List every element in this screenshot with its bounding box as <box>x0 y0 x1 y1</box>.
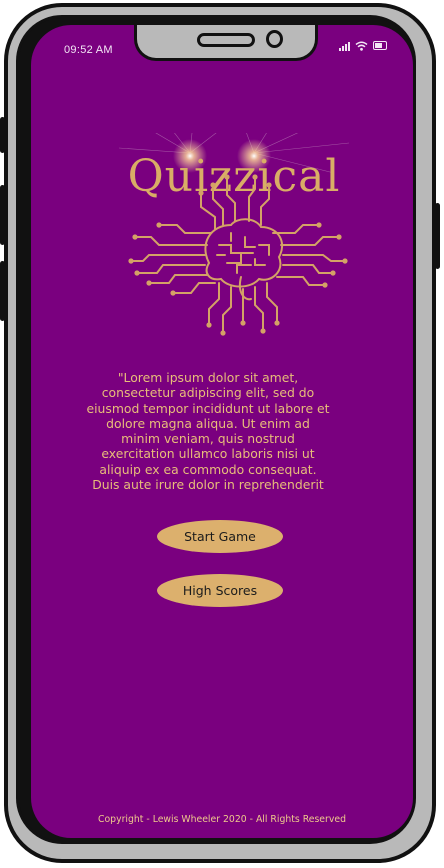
phone-power-button <box>435 203 440 269</box>
app-screen: 09:52 AM Quizzical "Lorem ipsum dolor si… <box>31 25 413 838</box>
start-game-button[interactable]: Start Game <box>157 520 283 553</box>
circuit-brain-icon <box>128 174 348 336</box>
app-logo: Quizzical <box>119 133 349 343</box>
wifi-icon <box>355 41 368 51</box>
camera-icon <box>266 30 283 48</box>
battery-icon <box>373 41 387 50</box>
high-scores-button[interactable]: High Scores <box>157 574 283 607</box>
phone-side-button <box>0 117 5 153</box>
signal-icon <box>339 41 350 51</box>
footer-copyright: Copyright - Lewis Wheeler 2020 - All Rig… <box>98 814 346 825</box>
status-time: 09:52 AM <box>64 44 113 56</box>
phone-notch <box>134 25 318 61</box>
intro-text: "Lorem ipsum dolor sit amet, consectetur… <box>86 370 330 493</box>
phone-volume-down-button <box>0 261 5 321</box>
phone-volume-up-button <box>0 185 5 245</box>
speaker-icon <box>197 33 255 47</box>
status-icons <box>339 41 387 51</box>
